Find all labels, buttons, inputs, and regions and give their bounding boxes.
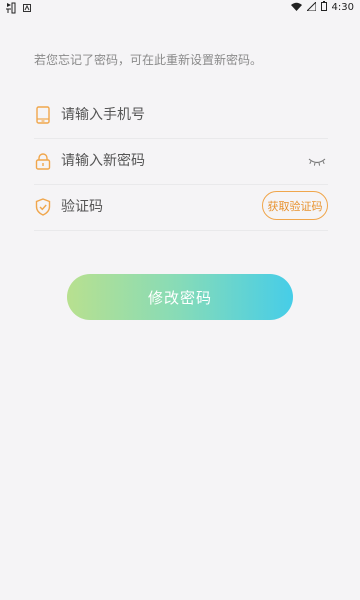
password-row bbox=[34, 138, 328, 185]
wifi-icon bbox=[290, 2, 302, 14]
status-time: 4:30 bbox=[331, 2, 354, 13]
status-left bbox=[5, 2, 31, 17]
phone-icon bbox=[34, 106, 51, 124]
system-notification-icon bbox=[23, 4, 31, 15]
app-notification-icon bbox=[5, 2, 17, 17]
change-password-button[interactable]: 修改密码 bbox=[67, 274, 293, 320]
hint-text: 若您忘记了密码，可在此重新设置新密码。 bbox=[34, 53, 263, 67]
lock-icon bbox=[34, 152, 51, 170]
shield-icon bbox=[34, 198, 51, 216]
phone-row bbox=[34, 92, 328, 139]
status-right: 4:30 bbox=[290, 0, 354, 14]
phone-input[interactable] bbox=[61, 107, 251, 123]
signal-icon bbox=[305, 0, 317, 14]
battery-icon bbox=[320, 1, 327, 14]
status-bar: 4:30 bbox=[0, 0, 360, 14]
get-code-button[interactable]: 获取验证码 bbox=[262, 191, 328, 220]
code-input[interactable] bbox=[61, 199, 211, 215]
eye-closed-icon[interactable] bbox=[308, 153, 326, 166]
password-input[interactable] bbox=[61, 153, 251, 169]
code-row: 获取验证码 bbox=[34, 184, 328, 231]
